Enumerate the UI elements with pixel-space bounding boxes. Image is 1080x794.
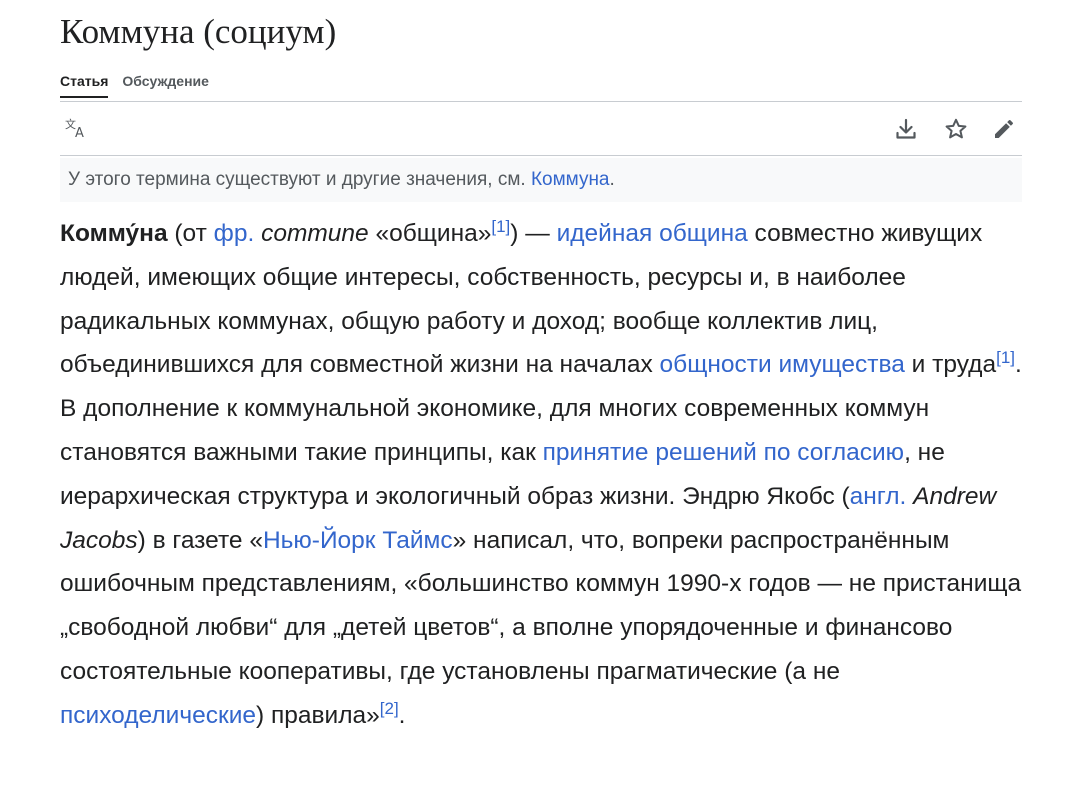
article-text: ) в газете « xyxy=(137,526,263,554)
hatnote-link-kommuna[interactable]: Коммуна xyxy=(531,169,610,190)
tabs-divider xyxy=(60,101,1022,102)
download-icon[interactable] xyxy=(892,115,920,143)
hatnote-period: . xyxy=(609,169,615,190)
article-text: и труда xyxy=(904,351,997,379)
hatnote: У этого термина существуют и другие знач… xyxy=(60,158,1022,202)
page: Коммуна (социум) Статья Обсуждение 文 A У… xyxy=(0,0,1080,794)
reference-2[interactable]: [2] xyxy=(380,699,399,718)
foreign-word-commune: commune xyxy=(261,220,369,247)
article-text: (от xyxy=(167,220,214,247)
tab-article[interactable]: Статья xyxy=(60,72,109,98)
link-french[interactable]: фр. xyxy=(214,220,255,247)
translate-icon[interactable]: 文 A xyxy=(62,115,90,143)
link-obshchnost-imushchestva[interactable]: общности имущества xyxy=(660,351,905,378)
article-text: ) правила» xyxy=(256,701,380,729)
article-text: ) — xyxy=(510,220,557,247)
tab-talk[interactable]: Обсуждение xyxy=(122,72,209,102)
svg-text:A: A xyxy=(75,126,84,141)
link-consensus[interactable]: принятие решений по согласию xyxy=(543,439,904,466)
reference-1b[interactable]: [1] xyxy=(996,348,1015,367)
article-paragraph: Комму́на (от фр. commune «община»[1]) — … xyxy=(60,212,1025,738)
page-title: Коммуна (социум) xyxy=(60,12,337,51)
reference-1[interactable]: [1] xyxy=(491,217,510,236)
article-text: «община» xyxy=(368,220,492,247)
star-icon[interactable] xyxy=(942,115,970,143)
link-psychedelic[interactable]: психоделические xyxy=(60,702,256,729)
article-term: Комму́на xyxy=(60,220,168,247)
page-toolbar: 文 A xyxy=(60,103,1022,155)
pencil-icon[interactable] xyxy=(990,115,1018,143)
hatnote-text: У этого термина существуют и другие знач… xyxy=(68,169,531,190)
toolbar-divider xyxy=(60,155,1022,156)
link-ideynaya-obshchina[interactable]: идейная община xyxy=(557,220,748,247)
link-english[interactable]: англ. xyxy=(850,483,907,510)
article-text: . xyxy=(398,701,406,729)
page-tabs: Статья Обсуждение xyxy=(60,72,209,102)
link-new-york-times[interactable]: Нью-Йорк Таймс xyxy=(263,527,453,554)
